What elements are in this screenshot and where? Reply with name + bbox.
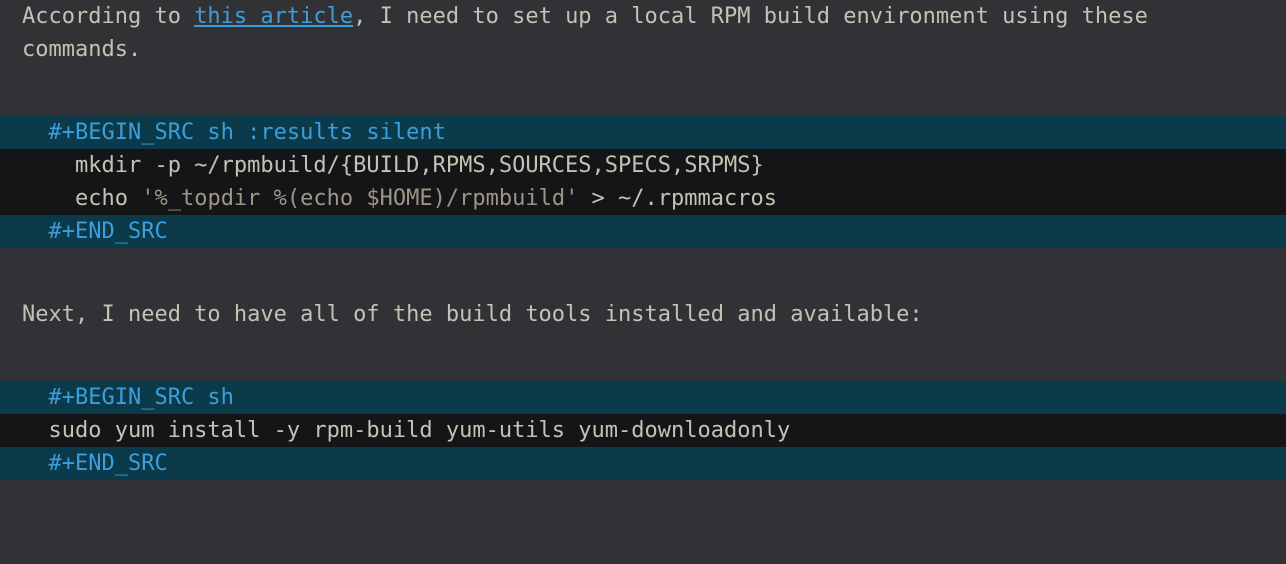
- article-link[interactable]: this article: [194, 4, 353, 29]
- src-line: mkdir -p ~/rpmbuild/{BUILD,RPMS,SOURCES,…: [0, 149, 1286, 182]
- src-begin: #+BEGIN_SRC sh: [0, 381, 1286, 414]
- spacer: [0, 331, 1286, 381]
- src-end: #+END_SRC: [0, 447, 1286, 480]
- text: echo: [22, 186, 141, 211]
- text: According to: [22, 4, 194, 29]
- paragraph-intro: According to this article, I need to set…: [0, 0, 1286, 66]
- spacer: [0, 66, 1286, 116]
- src-block-setup: #+BEGIN_SRC sh :results silent mkdir -p …: [0, 116, 1286, 248]
- src-end: #+END_SRC: [0, 215, 1286, 248]
- src-begin: #+BEGIN_SRC sh :results silent: [0, 116, 1286, 149]
- text: > ~/.rpmmacros: [578, 186, 777, 211]
- src-line: sudo yum install -y rpm-build yum-utils …: [0, 414, 1286, 447]
- spacer: [0, 248, 1286, 298]
- src-line: echo '%_topdir %(echo $HOME)/rpmbuild' >…: [0, 182, 1286, 215]
- paragraph-buildtools: Next, I need to have all of the build to…: [0, 298, 1286, 331]
- src-block-install: #+BEGIN_SRC sh sudo yum install -y rpm-b…: [0, 381, 1286, 480]
- string-literal: '%_topdir %(echo $HOME)/rpmbuild': [141, 186, 578, 211]
